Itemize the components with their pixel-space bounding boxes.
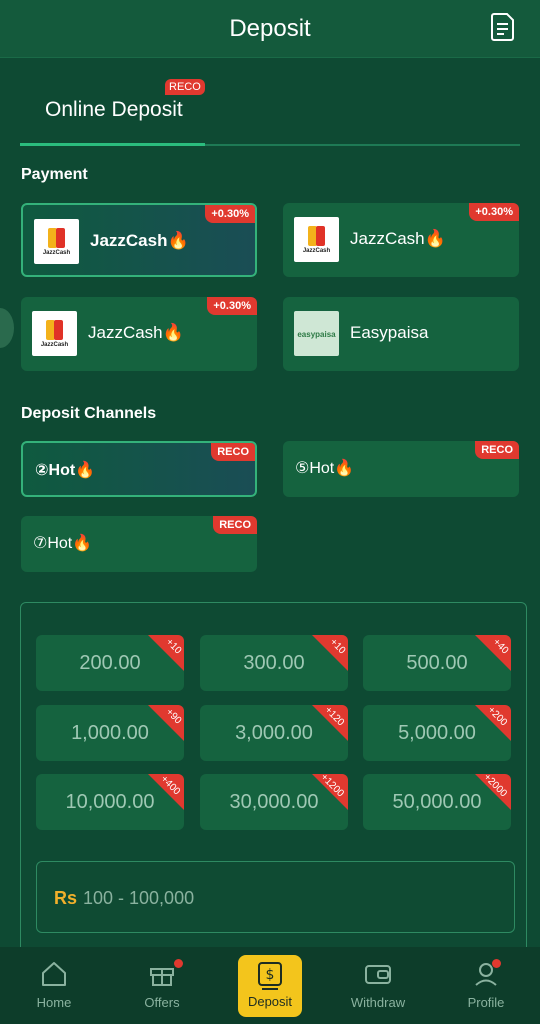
amount-option[interactable]: 5,000.00 +200: [363, 705, 511, 761]
amount-value: 3,000.00: [235, 721, 313, 744]
nav-withdraw-label: Withdraw: [350, 995, 406, 1010]
amount-option[interactable]: 30,000.00 +1200: [200, 774, 348, 830]
nav-deposit[interactable]: $ Deposit: [238, 955, 302, 1017]
notification-dot: [492, 959, 501, 968]
payment-method-jazzcash-2[interactable]: JazzCash JazzCash🔥 +0.30%: [283, 203, 519, 277]
nav-offers-label: Offers: [144, 995, 180, 1010]
reco-badge: RECO: [475, 441, 519, 459]
nav-offers[interactable]: Offers: [122, 959, 202, 1019]
payment-method-jazzcash-3[interactable]: JazzCash JazzCash🔥 +0.30%: [21, 297, 257, 371]
amount-option[interactable]: 500.00 +40: [363, 635, 511, 691]
svg-text:$: $: [266, 967, 275, 983]
amount-value: 10,000.00: [65, 790, 155, 813]
nav-profile-label: Profile: [467, 995, 505, 1010]
jazzcash-logo: JazzCash: [34, 219, 79, 264]
notification-dot: [174, 959, 183, 968]
amount-value: 50,000.00: [392, 790, 482, 813]
tab-active-indicator: [20, 143, 205, 146]
tab-underline: [20, 143, 520, 146]
amount-option[interactable]: 10,000.00 +400: [36, 774, 184, 830]
nav-home[interactable]: Home: [14, 959, 94, 1019]
tab-online-deposit[interactable]: Online Deposit: [45, 98, 183, 122]
channel-label: ⑤Hot🔥: [295, 460, 355, 477]
floating-handle[interactable]: [0, 308, 14, 348]
payment-method-jazzcash-1[interactable]: JazzCash JazzCash🔥 +0.30%: [21, 203, 257, 277]
currency-label: Rs: [54, 888, 78, 908]
reco-badge: RECO: [213, 516, 257, 534]
easypaisa-logo: easypaisa: [294, 311, 339, 356]
payment-method-label: JazzCash🔥: [90, 231, 189, 250]
channel-label: ②Hot🔥: [35, 462, 96, 479]
payment-method-label: JazzCash🔥: [350, 229, 446, 248]
payment-method-easypaisa[interactable]: easypaisa Easypaisa: [283, 297, 519, 371]
amount-option[interactable]: 1,000.00 +90: [36, 705, 184, 761]
bonus-badge: +0.30%: [205, 205, 255, 223]
bottom-nav: Home Offers $ Deposit Withdraw Profile: [0, 947, 540, 1024]
header: Deposit: [0, 0, 540, 58]
reco-badge: RECO: [165, 79, 205, 95]
channel-hot-7[interactable]: ⑦Hot🔥 RECO: [21, 516, 257, 572]
amount-input[interactable]: Rs 100 - 100,000: [36, 861, 515, 933]
nav-profile[interactable]: Profile: [446, 959, 526, 1019]
amount-option[interactable]: 50,000.00 +2000: [363, 774, 511, 830]
nav-home-label: Home: [36, 995, 72, 1010]
bonus-badge: +0.30%: [469, 203, 519, 221]
nav-withdraw[interactable]: Withdraw: [338, 959, 418, 1019]
amount-value: 200.00: [79, 651, 141, 674]
payment-method-label: Easypaisa: [350, 323, 429, 342]
amount-value: 30,000.00: [229, 790, 319, 813]
home-icon: [42, 962, 66, 986]
channel-hot-2[interactable]: ②Hot🔥 RECO: [21, 441, 257, 497]
document-icon[interactable]: [490, 12, 516, 42]
amount-value: 500.00: [406, 651, 468, 674]
deposit-icon: $: [258, 962, 282, 990]
wallet-icon: [365, 965, 391, 984]
deposit-tabs: RECO Online Deposit: [20, 58, 520, 148]
channel-hot-5[interactable]: ⑤Hot🔥 RECO: [283, 441, 519, 497]
bonus-badge: +0.30%: [207, 297, 257, 315]
amount-option[interactable]: 300.00 +10: [200, 635, 348, 691]
channels-section-title: Deposit Channels: [21, 405, 157, 422]
jazzcash-logo: JazzCash: [32, 311, 77, 356]
nav-deposit-label: Deposit: [247, 994, 293, 1009]
amount-value: 300.00: [243, 651, 305, 674]
gift-icon: [150, 968, 174, 986]
jazzcash-logo: JazzCash: [294, 217, 339, 262]
channel-label: ⑦Hot🔥: [33, 535, 93, 552]
amount-option[interactable]: 3,000.00 +120: [200, 705, 348, 761]
amount-value: 5,000.00: [398, 721, 476, 744]
amount-placeholder: 100 - 100,000: [83, 888, 195, 908]
reco-badge: RECO: [211, 443, 255, 461]
amount-option[interactable]: 200.00 +10: [36, 635, 184, 691]
payment-section-title: Payment: [21, 166, 88, 183]
amount-panel: 200.00 +10 300.00 +10 500.00 +40 1,000.0…: [20, 602, 527, 962]
page-title: Deposit: [229, 14, 311, 42]
amount-value: 1,000.00: [71, 721, 149, 744]
payment-method-label: JazzCash🔥: [88, 323, 184, 342]
